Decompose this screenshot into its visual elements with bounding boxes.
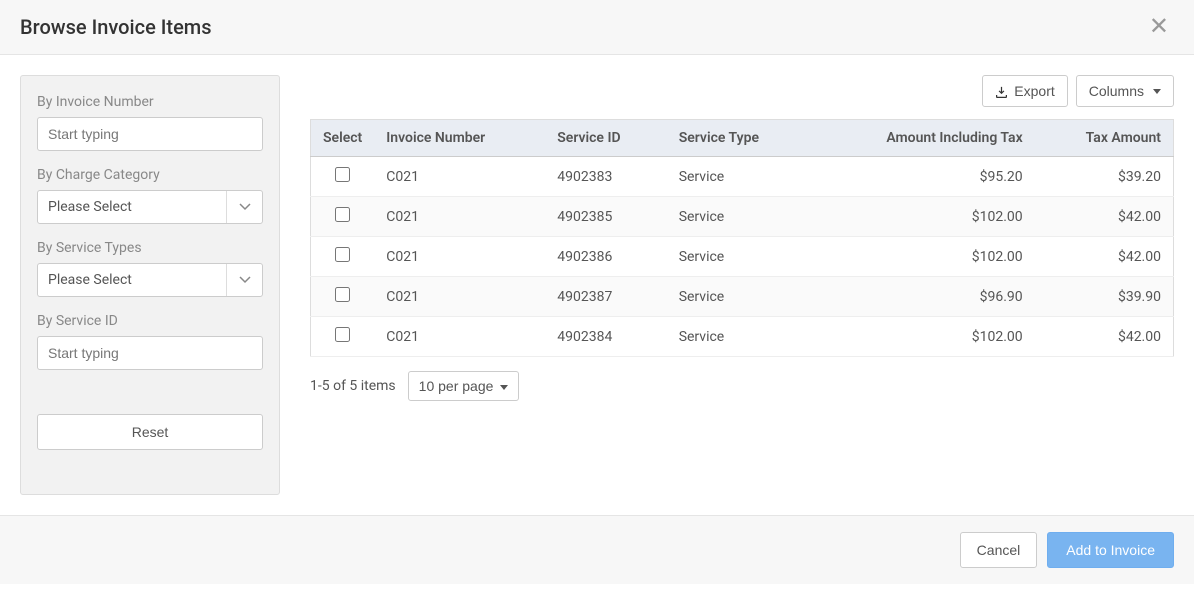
col-amount-incl-tax: Amount Including Tax: [812, 120, 1035, 157]
cell-service-type: Service: [667, 157, 812, 197]
cell-service-id: 4902384: [545, 317, 666, 357]
service-types-select[interactable]: Please Select: [37, 263, 263, 297]
modal-header: Browse Invoice Items ✕: [0, 0, 1194, 55]
caret-down-icon: [500, 385, 508, 390]
modal-body: By Invoice Number By Charge Category Ple…: [0, 55, 1194, 515]
charge-category-value: Please Select: [38, 191, 226, 223]
cancel-button[interactable]: Cancel: [960, 532, 1038, 568]
cell-invoice-number: C021: [374, 197, 545, 237]
service-id-input[interactable]: [37, 336, 263, 370]
close-button[interactable]: ✕: [1144, 15, 1174, 39]
filter-invoice-number: By Invoice Number: [37, 94, 263, 151]
cell-select: [311, 237, 375, 277]
filter-service-id-label: By Service ID: [37, 313, 263, 329]
export-button[interactable]: Export: [982, 75, 1067, 107]
cell-select: [311, 317, 375, 357]
filter-service-types: By Service Types Please Select: [37, 240, 263, 297]
cell-service-type: Service: [667, 317, 812, 357]
cell-invoice-number: C021: [374, 237, 545, 277]
per-page-dropdown[interactable]: 10 per page: [408, 371, 520, 401]
cell-service-type: Service: [667, 237, 812, 277]
pagination-summary: 1-5 of 5 items: [310, 378, 396, 394]
modal-footer: Cancel Add to Invoice: [0, 515, 1194, 584]
table-row: C0214902387Service$96.90$39.90: [311, 277, 1174, 317]
col-invoice-number: Invoice Number: [374, 120, 545, 157]
cell-tax-amount: $42.00: [1035, 197, 1174, 237]
table-row: C0214902386Service$102.00$42.00: [311, 237, 1174, 277]
cell-amount-incl-tax: $102.00: [812, 197, 1035, 237]
table-header-row: Select Invoice Number Service ID Service…: [311, 120, 1174, 157]
invoice-items-table: Select Invoice Number Service ID Service…: [310, 119, 1174, 357]
col-tax-amount: Tax Amount: [1035, 120, 1174, 157]
col-service-type: Service Type: [667, 120, 812, 157]
table-row: C0214902384Service$102.00$42.00: [311, 317, 1174, 357]
cell-amount-incl-tax: $95.20: [812, 157, 1035, 197]
table-footer: 1-5 of 5 items 10 per page: [310, 371, 1174, 401]
caret-down-icon: [1153, 89, 1161, 94]
cell-select: [311, 197, 375, 237]
toolbar: Export Columns: [310, 75, 1174, 107]
cell-tax-amount: $42.00: [1035, 237, 1174, 277]
close-icon: ✕: [1149, 13, 1169, 40]
invoice-number-input[interactable]: [37, 117, 263, 151]
columns-label: Columns: [1089, 83, 1144, 99]
col-select: Select: [311, 120, 375, 157]
cell-amount-incl-tax: $96.90: [812, 277, 1035, 317]
cell-service-type: Service: [667, 277, 812, 317]
cell-amount-incl-tax: $102.00: [812, 237, 1035, 277]
chevron-down-icon: [226, 264, 262, 296]
cell-amount-incl-tax: $102.00: [812, 317, 1035, 357]
service-types-value: Please Select: [38, 264, 226, 296]
cell-invoice-number: C021: [374, 157, 545, 197]
row-checkbox[interactable]: [335, 327, 350, 342]
cell-service-id: 4902387: [545, 277, 666, 317]
cell-service-id: 4902385: [545, 197, 666, 237]
cell-service-id: 4902383: [545, 157, 666, 197]
per-page-label: 10 per page: [419, 378, 494, 394]
add-to-invoice-button[interactable]: Add to Invoice: [1047, 532, 1174, 568]
row-checkbox[interactable]: [335, 207, 350, 222]
row-checkbox[interactable]: [335, 167, 350, 182]
cell-select: [311, 277, 375, 317]
filter-charge-category: By Charge Category Please Select: [37, 167, 263, 224]
columns-button[interactable]: Columns: [1076, 75, 1174, 107]
export-label: Export: [1014, 83, 1054, 99]
row-checkbox[interactable]: [335, 287, 350, 302]
filter-service-types-label: By Service Types: [37, 240, 263, 256]
cell-select: [311, 157, 375, 197]
table-row: C0214902383Service$95.20$39.20: [311, 157, 1174, 197]
cell-invoice-number: C021: [374, 317, 545, 357]
reset-button[interactable]: Reset: [37, 414, 263, 450]
cell-service-type: Service: [667, 197, 812, 237]
col-service-id: Service ID: [545, 120, 666, 157]
download-icon: [995, 83, 1008, 99]
modal-title: Browse Invoice Items: [20, 15, 212, 39]
filter-panel: By Invoice Number By Charge Category Ple…: [20, 75, 280, 495]
row-checkbox[interactable]: [335, 247, 350, 262]
table-row: C0214902385Service$102.00$42.00: [311, 197, 1174, 237]
filter-charge-category-label: By Charge Category: [37, 167, 263, 183]
cell-service-id: 4902386: [545, 237, 666, 277]
filter-service-id: By Service ID: [37, 313, 263, 370]
cell-tax-amount: $39.20: [1035, 157, 1174, 197]
main-content: Export Columns Select Invoice Number Ser…: [310, 75, 1174, 495]
filter-invoice-number-label: By Invoice Number: [37, 94, 263, 110]
cell-tax-amount: $39.90: [1035, 277, 1174, 317]
cell-invoice-number: C021: [374, 277, 545, 317]
charge-category-select[interactable]: Please Select: [37, 190, 263, 224]
chevron-down-icon: [226, 191, 262, 223]
cell-tax-amount: $42.00: [1035, 317, 1174, 357]
